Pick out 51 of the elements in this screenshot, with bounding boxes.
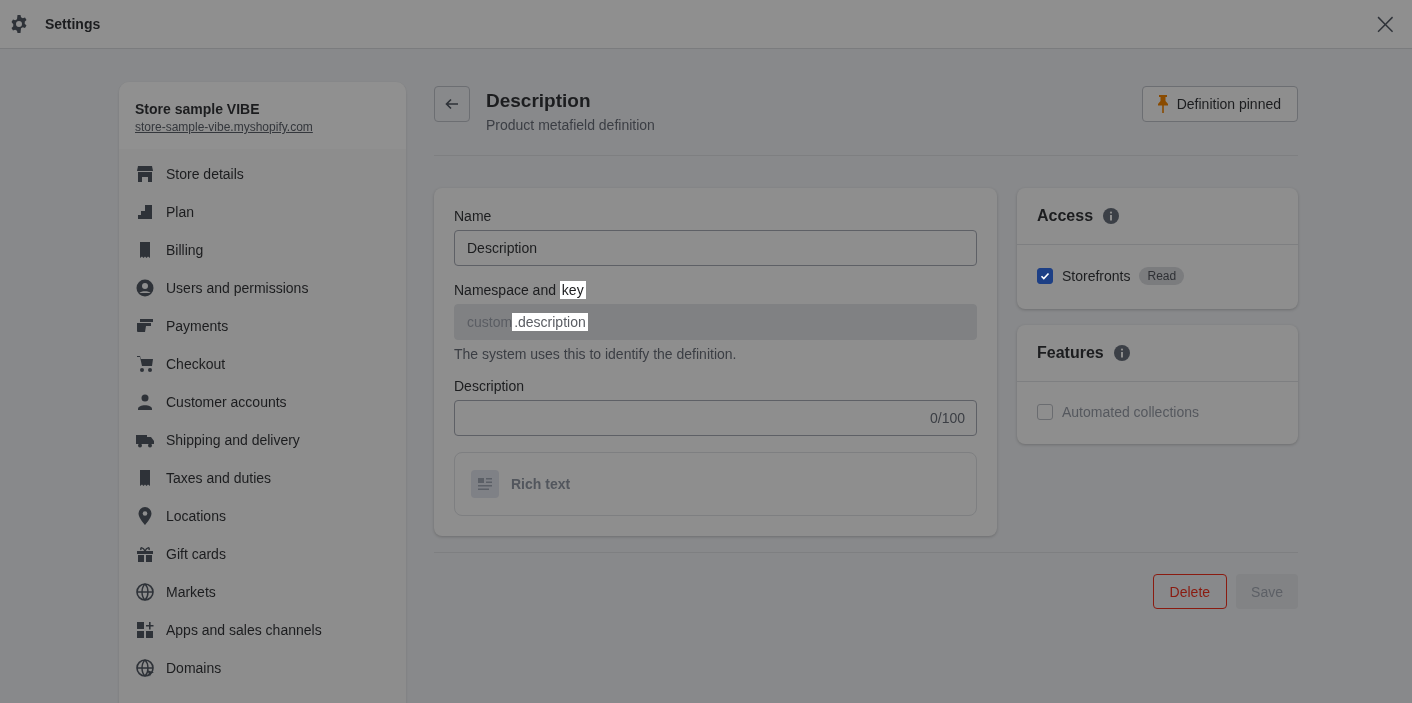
checkmark-icon [1039,270,1051,282]
globe-icon [135,658,155,678]
pushpin-icon [1156,95,1169,113]
store-name: Store sample VIBE [135,101,261,117]
field-label: Description [454,378,526,394]
type-label: Rich text [511,476,571,492]
access-badge: Read [1139,267,1185,285]
user-circle-icon [135,278,155,298]
sidebar-item[interactable]: Shipping and delivery [119,421,406,459]
help-text: The system uses this to identify the definition. [454,346,738,362]
cart-icon [135,354,155,374]
sidebar-item[interactable]: Locations [119,497,406,535]
checkbox[interactable] [1037,268,1053,284]
description-field[interactable] [454,400,977,436]
back-button[interactable] [434,86,470,122]
name-field[interactable]: Description [454,230,977,266]
page-heading: Description [486,89,592,113]
field-label: Name [454,208,493,224]
markets-icon [135,582,155,602]
sidebar-item[interactable]: Customer accounts [119,383,406,421]
info-icon [1113,345,1130,361]
character-counter: 0/100 [929,410,965,426]
sidebar-item[interactable]: Domains [119,649,406,687]
section-title: Features [1037,344,1104,362]
sidebar-item[interactable]: Markets [119,573,406,611]
field-label: Namespace and key [454,282,587,298]
back-arrow-icon [444,96,460,112]
apps-icon [135,620,155,640]
sidebar-item[interactable]: Billing [119,231,406,269]
sidebar-item[interactable]: Gift cards [119,535,406,573]
gift-icon [135,544,155,564]
page-title: Settings [45,16,101,32]
delete-button[interactable]: Delete [1152,574,1228,609]
sidebar-item[interactable]: Store details [119,155,406,193]
sidebar-item[interactable]: Taxes and duties [119,459,406,497]
section-title: Access [1037,207,1094,225]
sidebar-item[interactable]: Users and permissions [119,269,406,307]
sidebar-item[interactable]: Apps and sales channels [119,611,406,649]
info-icon [1103,208,1120,224]
definition-pinned-button[interactable]: Definition pinned [1141,86,1298,122]
rich-text-icon [471,470,499,498]
settings-icon [9,14,29,34]
page-subtitle: Product metafield definition [486,117,655,133]
checkbox-row[interactable]: Storefronts Read [1037,267,1278,285]
sidebar-item[interactable]: Plan [119,193,406,231]
person-icon [135,392,155,412]
store-domain-link[interactable]: store-sample-vibe.myshopify.com [135,120,390,134]
close-button[interactable]: × [1368,9,1402,39]
store-icon [135,164,155,184]
sidebar-item[interactable]: Payments [119,307,406,345]
sidebar-item[interactable]: Checkout [119,345,406,383]
